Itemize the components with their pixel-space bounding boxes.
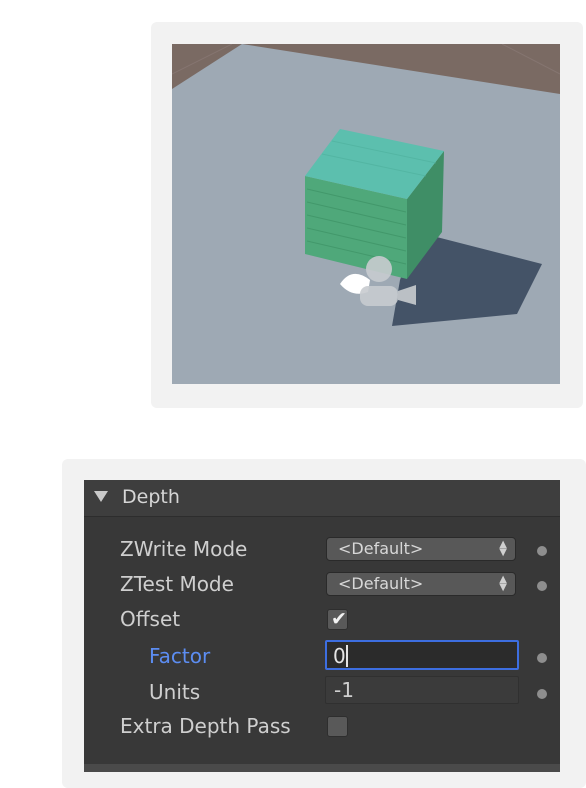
zwrite-mode-value: <Default> bbox=[338, 539, 424, 558]
units-label: Units bbox=[149, 680, 201, 704]
depth-section-header[interactable]: Depth bbox=[84, 480, 560, 517]
factor-input[interactable]: 0 bbox=[325, 640, 519, 670]
factor-row: Factor 0 bbox=[84, 640, 560, 674]
scene-render bbox=[172, 44, 560, 384]
offset-row: Offset ✔ bbox=[84, 603, 560, 637]
section-title: Depth bbox=[122, 486, 180, 508]
override-dot-icon[interactable] bbox=[537, 689, 547, 699]
offset-label: Offset bbox=[120, 607, 181, 631]
text-caret bbox=[346, 645, 348, 667]
factor-value: 0 bbox=[333, 644, 346, 668]
extra-depth-pass-checkbox[interactable] bbox=[327, 716, 348, 737]
zwrite-mode-label: ZWrite Mode bbox=[120, 537, 248, 561]
panel-bottom-strip bbox=[84, 764, 560, 772]
depth-inspector-panel: Depth ZWrite Mode <Default> ▲ ▼ ZTest Mod… bbox=[84, 480, 560, 772]
ztest-mode-value: <Default> bbox=[338, 574, 424, 593]
dropdown-arrows-icon: ▲ ▼ bbox=[499, 574, 507, 593]
extra-depth-pass-label: Extra Depth Pass bbox=[120, 714, 291, 738]
zwrite-mode-row: ZWrite Mode <Default> ▲ ▼ bbox=[84, 533, 560, 567]
ztest-mode-label: ZTest Mode bbox=[120, 572, 234, 596]
units-input[interactable]: -1 bbox=[325, 676, 519, 704]
zwrite-mode-dropdown[interactable]: <Default> ▲ ▼ bbox=[326, 537, 516, 561]
factor-label: Factor bbox=[149, 644, 211, 668]
offset-checkbox[interactable]: ✔ bbox=[327, 608, 348, 630]
checkmark-icon: ✔ bbox=[331, 608, 347, 630]
dropdown-arrows-icon: ▲ ▼ bbox=[499, 539, 507, 558]
extra-depth-pass-row: Extra Depth Pass bbox=[84, 710, 560, 744]
override-dot-icon[interactable] bbox=[537, 581, 547, 591]
foldout-arrow-icon[interactable] bbox=[94, 491, 108, 502]
override-dot-icon[interactable] bbox=[537, 546, 547, 556]
units-row: Units -1 bbox=[84, 676, 560, 710]
scene-viewport[interactable] bbox=[172, 44, 560, 384]
ztest-mode-dropdown[interactable]: <Default> ▲ ▼ bbox=[326, 572, 516, 596]
units-value: -1 bbox=[334, 678, 354, 702]
ztest-mode-row: ZTest Mode <Default> ▲ ▼ bbox=[84, 568, 560, 602]
override-dot-icon[interactable] bbox=[537, 653, 547, 663]
